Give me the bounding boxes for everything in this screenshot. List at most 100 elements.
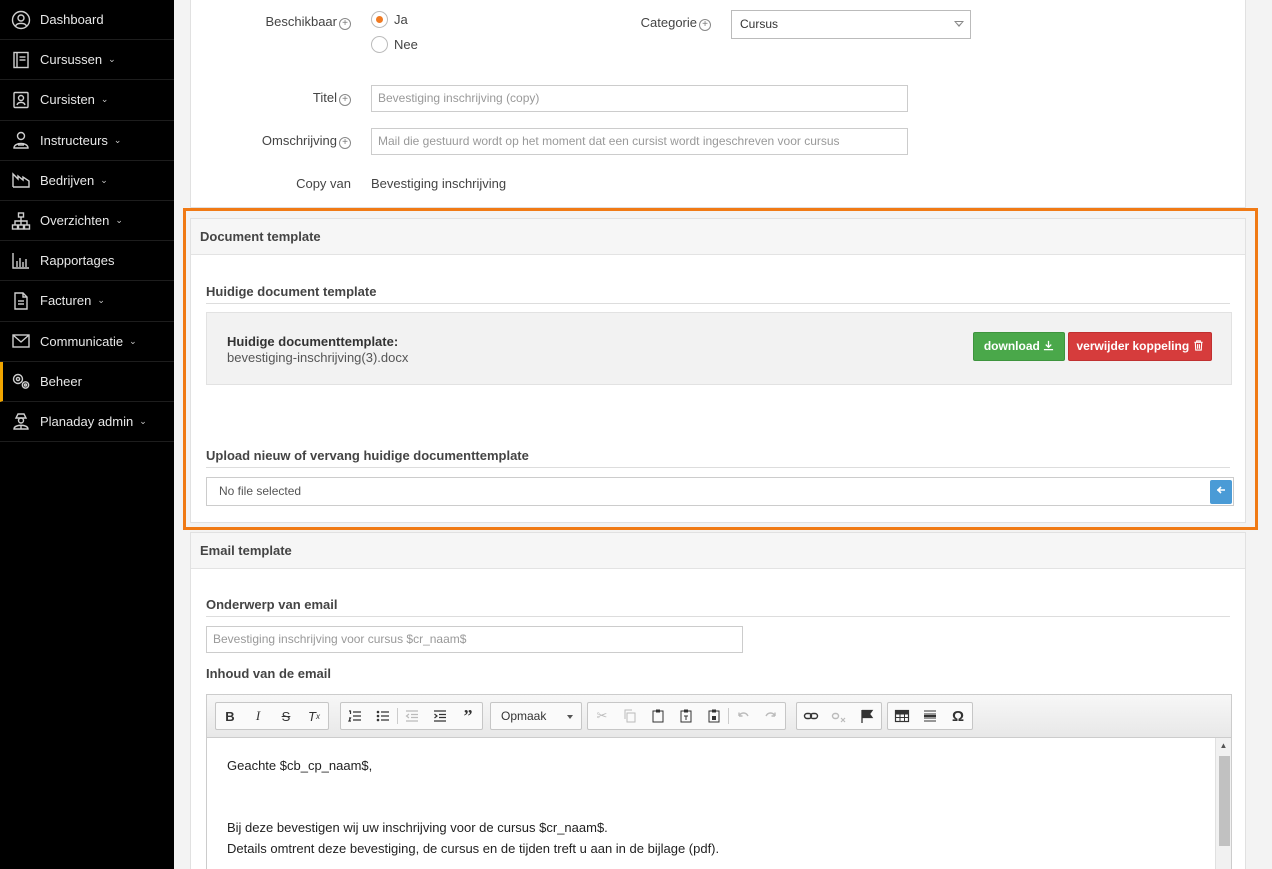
numbered-list-icon[interactable]	[341, 703, 369, 729]
editor-scrollbar[interactable]: ▲	[1215, 738, 1231, 869]
sidebar-item-planaday-admin[interactable]: Planaday admin ⌄	[0, 402, 174, 443]
sidebar-item-communicatie[interactable]: Communicatie ⌄	[0, 322, 174, 362]
download-button[interactable]: download	[973, 332, 1065, 361]
sidebar-item-facturen[interactable]: Facturen ⌄	[0, 281, 174, 322]
trash-icon	[1193, 340, 1203, 351]
special-char-icon[interactable]: Ω	[944, 703, 972, 729]
sidebar-item-overzichten[interactable]: Overzichten ⌄	[0, 201, 174, 242]
sidebar-item-cursisten[interactable]: Cursisten ⌄	[0, 80, 174, 121]
email-body-line: Bij deze bevestigen wij uw inschrijving …	[227, 820, 608, 835]
sidebar-item-instructeurs[interactable]: Instructeurs ⌄	[0, 121, 174, 161]
radio-nee[interactable]: Nee	[371, 36, 418, 53]
sidebar-item-rapportages[interactable]: Rapportages	[0, 241, 174, 282]
email-template-panel: Email template Onderwerp van email Beves…	[190, 532, 1246, 869]
info-plus-icon[interactable]: +	[339, 94, 351, 106]
toolbar-group-links	[796, 702, 882, 730]
chevron-down-icon: ⌄	[100, 174, 108, 185]
sidebar-item-label: Communicatie	[40, 333, 124, 349]
italic-icon[interactable]: I	[244, 703, 272, 729]
info-plus-icon[interactable]: +	[699, 19, 711, 31]
format-dropdown[interactable]: Opmaak	[490, 702, 582, 730]
sidebar: Dashboard Cursussen ⌄ Cursisten ⌄ Instru…	[0, 0, 174, 869]
editor-content[interactable]: Geachte $cb_cp_naam$, Bij deze bevestige…	[207, 738, 1215, 869]
cut-icon[interactable]: ✂	[588, 703, 616, 729]
sidebar-item-label: Beheer	[40, 373, 82, 389]
beschikbaar-label: Beschikbaar +	[231, 14, 351, 30]
template-form: Beschikbaar + Ja Nee Categorie + Cursus Ti…	[190, 0, 1246, 208]
paste-word-icon[interactable]	[700, 703, 728, 729]
radio-ja[interactable]: Ja	[371, 11, 408, 28]
sidebar-item-cursussen[interactable]: Cursussen ⌄	[0, 40, 174, 81]
sitemap-icon	[10, 210, 32, 232]
browse-file-button[interactable]	[1210, 480, 1232, 504]
remove-link-button[interactable]: verwijder koppeling	[1068, 332, 1212, 361]
anchor-flag-icon[interactable]	[853, 703, 881, 729]
sidebar-item-bedrijven[interactable]: Bedrijven ⌄	[0, 161, 174, 201]
scrollbar-thumb[interactable]	[1219, 756, 1230, 846]
copy-van-value: Bevestiging inschrijving	[371, 176, 507, 191]
chevron-down-icon: ⌄	[129, 335, 137, 346]
redo-icon[interactable]	[757, 703, 785, 729]
email-body-line: Details omtrent deze bevestiging, de cur…	[227, 841, 720, 856]
email-subject-input[interactable]: Bevestiging inschrijving voor cursus $cr…	[206, 626, 743, 653]
factory-icon	[10, 169, 32, 191]
email-content-title: Inhoud van de email	[206, 666, 331, 681]
remove-format-icon[interactable]: Tx	[300, 703, 328, 729]
copy-van-label: Copy van	[296, 176, 351, 191]
gears-icon	[10, 370, 32, 392]
user-circle-icon	[10, 9, 32, 31]
chevron-down-icon: ⌄	[100, 94, 109, 105]
bullet-list-icon[interactable]	[369, 703, 397, 729]
copy-icon[interactable]	[616, 703, 644, 729]
toolbar-group-lists: ”	[340, 702, 483, 730]
sidebar-item-beheer[interactable]: Beheer	[0, 361, 174, 402]
link-icon[interactable]	[797, 703, 825, 729]
chevron-down-icon: ⌄	[139, 415, 147, 426]
unlink-icon[interactable]	[825, 703, 853, 729]
titel-label: Titel +	[231, 90, 351, 106]
scroll-up-icon[interactable]: ▲	[1216, 738, 1231, 754]
file-upload-input[interactable]: No file selected	[206, 477, 1234, 506]
rich-text-editor: B I S Tx ” Opmaak ✂ Ω Geachte $cb_cp_naa…	[206, 694, 1232, 869]
chevron-down-icon: ⌄	[97, 295, 105, 306]
main-content: Beschikbaar + Ja Nee Categorie + Cursus Ti…	[174, 0, 1272, 869]
sidebar-item-label: Planaday admin	[40, 413, 134, 429]
radio-button-unchecked[interactable]	[371, 36, 388, 53]
email-body-line: Geachte $cb_cp_naam$,	[227, 758, 373, 773]
bold-icon[interactable]: B	[216, 703, 244, 729]
document-template-header: Document template	[191, 219, 1245, 255]
current-template-box: Huidige documenttemplate: bevestiging-in…	[206, 312, 1232, 385]
document-template-panel: Document template Huidige document templ…	[190, 218, 1246, 523]
paste-text-icon[interactable]	[672, 703, 700, 729]
radio-button-checked[interactable]	[371, 11, 388, 28]
sidebar-item-dashboard[interactable]: Dashboard	[0, 0, 174, 41]
upload-arrow-icon	[1216, 486, 1225, 494]
outdent-icon[interactable]	[398, 703, 426, 729]
envelope-icon	[10, 330, 32, 352]
table-icon[interactable]	[888, 703, 916, 729]
sidebar-item-label: Instructeurs	[40, 132, 108, 148]
bar-chart-icon	[10, 250, 32, 272]
titel-input[interactable]: Bevestiging inschrijving (copy)	[371, 85, 908, 112]
paste-icon[interactable]	[644, 703, 672, 729]
current-template-label: Huidige documenttemplate:	[227, 334, 399, 349]
chevron-down-icon: ⌄	[113, 134, 122, 145]
info-plus-icon[interactable]: +	[339, 18, 351, 30]
toolbar-group-basic: B I S Tx	[215, 702, 329, 730]
categorie-select[interactable]: Cursus	[731, 10, 971, 39]
sidebar-item-label: Facturen	[40, 293, 92, 309]
horizontal-line-icon[interactable]	[916, 703, 944, 729]
blockquote-icon[interactable]: ”	[454, 703, 482, 729]
sidebar-item-label: Cursussen	[40, 52, 103, 68]
indent-icon[interactable]	[426, 703, 454, 729]
strikethrough-icon[interactable]: S	[272, 703, 300, 729]
toolbar-group-clipboard: ✂	[587, 702, 786, 730]
info-plus-icon[interactable]: +	[339, 137, 351, 149]
categorie-label: Categorie +	[591, 15, 711, 31]
admin-icon	[10, 410, 32, 432]
chevron-down-icon: ⌄	[115, 215, 123, 226]
editor-toolbar: B I S Tx ” Opmaak ✂ Ω	[207, 695, 1231, 738]
toolbar-group-insert: Ω	[887, 702, 973, 730]
omschrijving-input[interactable]: Mail die gestuurd wordt op het moment da…	[371, 128, 908, 155]
undo-icon[interactable]	[729, 703, 757, 729]
